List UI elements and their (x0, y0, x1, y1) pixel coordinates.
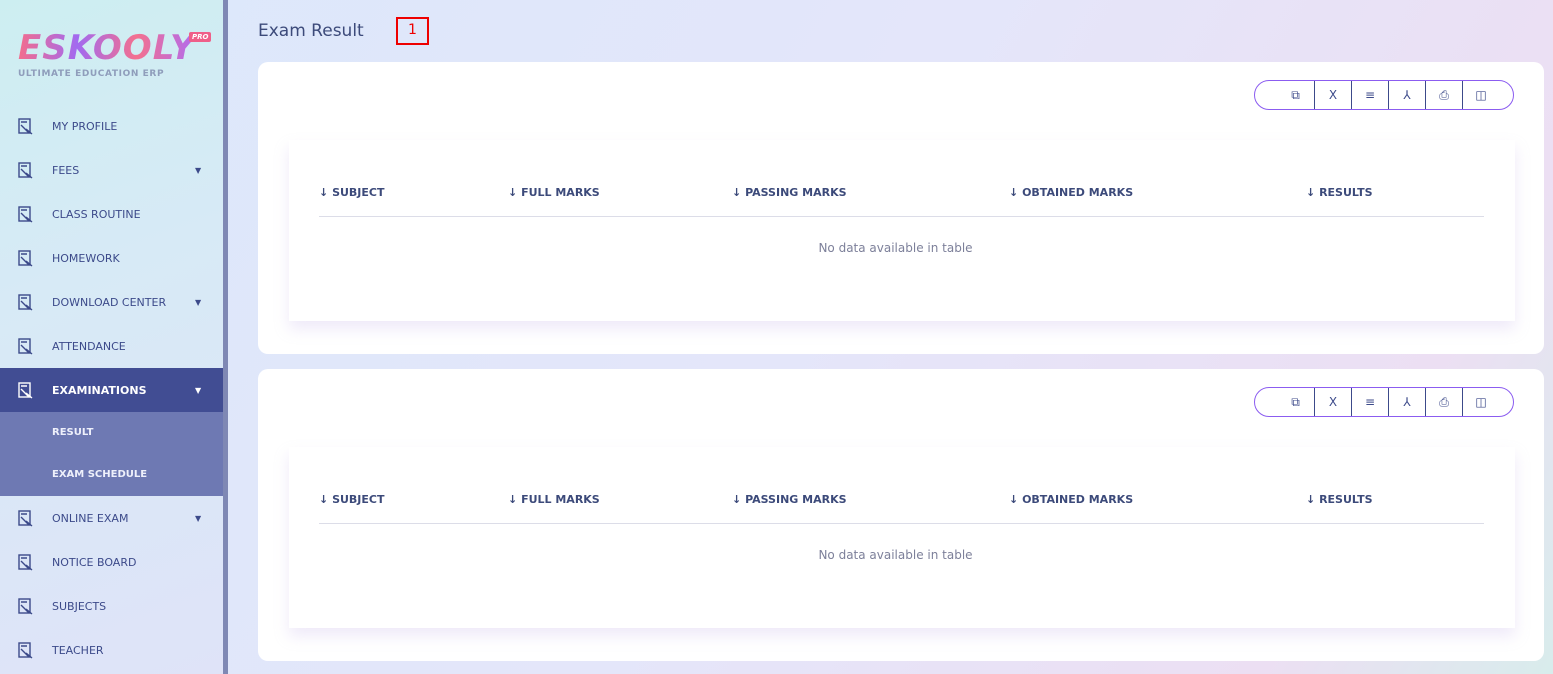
sidebar-item-label: DOWNLOAD CENTER (52, 296, 166, 309)
report-icon (17, 293, 35, 311)
annotation-badge: 1 (396, 17, 429, 45)
column-header-subject[interactable]: ↓ SUBJECT (319, 493, 384, 506)
sort-arrow-icon: ↓ (732, 186, 741, 199)
column-header-full-marks[interactable]: ↓ FULL MARKS (508, 493, 600, 506)
report-icon (17, 249, 35, 267)
csv-icon[interactable]: ≡ (1351, 388, 1388, 416)
sidebar-item-label: FEES (52, 164, 79, 177)
report-icon (17, 553, 35, 571)
column-header-full-marks[interactable]: ↓ FULL MARKS (508, 186, 600, 199)
logo: ESKOOLY (18, 28, 196, 68)
excel-icon[interactable]: X (1314, 81, 1351, 109)
sidebar-item-label: HOMEWORK (52, 252, 120, 265)
sidebar-item-label: NOTICE BOARD (52, 556, 136, 569)
sort-arrow-icon: ↓ (1306, 493, 1315, 506)
examinations-submenu: RESULT EXAM SCHEDULE (0, 412, 223, 496)
sidebar-item-label: CLASS ROUTINE (52, 208, 141, 221)
export-toolbar: ⧉X≡⅄⎙◫ (1254, 387, 1514, 417)
column-header-subject[interactable]: ↓ SUBJECT (319, 186, 384, 199)
report-icon (17, 161, 35, 179)
caret-down-icon: ▼ (195, 386, 201, 395)
report-icon (17, 381, 35, 399)
result-card: ⧉X≡⅄⎙◫ ↓ SUBJECT ↓ FULL MARKS ↓ PASSING MA… (258, 369, 1544, 661)
sidebar-item-label: MY PROFILE (52, 120, 117, 133)
results-table: ↓ SUBJECT ↓ FULL MARKS ↓ PASSING MARKS ↓ OB… (289, 140, 1515, 321)
excel-icon[interactable]: X (1314, 388, 1351, 416)
copy-icon[interactable]: ⧉ (1277, 81, 1314, 109)
sidebar-item-my-profile[interactable]: MY PROFILE (0, 104, 223, 148)
print-icon[interactable]: ⎙ (1425, 81, 1462, 109)
column-header-obtained-marks[interactable]: ↓ OBTAINED MARKS (1009, 493, 1133, 506)
report-icon (17, 117, 35, 135)
results-table: ↓ SUBJECT ↓ FULL MARKS ↓ PASSING MARKS ↓ OB… (289, 447, 1515, 628)
sidebar-item-attendance[interactable]: ATTENDANCE (0, 324, 223, 368)
page-title: Exam Result (258, 21, 364, 41)
column-header-passing-marks[interactable]: ↓ PASSING MARKS (732, 493, 847, 506)
empty-message: No data available in table (289, 241, 1502, 255)
sort-arrow-icon: ↓ (1009, 186, 1018, 199)
sidebar-item-subjects[interactable]: SUBJECTS (0, 584, 223, 628)
sidebar-item-notice-board[interactable]: NOTICE BOARD (0, 540, 223, 584)
sidebar-item-online-exam[interactable]: ONLINE EXAM ▼ (0, 496, 223, 540)
sidebar-item-teacher[interactable]: TEACHER (0, 628, 223, 672)
column-header-passing-marks[interactable]: ↓ PASSING MARKS (732, 186, 847, 199)
export-toolbar: ⧉X≡⅄⎙◫ (1254, 80, 1514, 110)
sidebar-item-label: ONLINE EXAM (52, 512, 128, 525)
sort-arrow-icon: ↓ (319, 493, 328, 506)
sort-arrow-icon: ↓ (508, 186, 517, 199)
print-icon[interactable]: ⎙ (1425, 388, 1462, 416)
result-card: ⧉X≡⅄⎙◫ ↓ SUBJECT ↓ FULL MARKS ↓ PASSING MA… (258, 62, 1544, 354)
columns-icon[interactable]: ◫ (1462, 81, 1499, 109)
columns-icon[interactable]: ◫ (1462, 388, 1499, 416)
submenu-item-exam-schedule[interactable]: EXAM SCHEDULE (52, 469, 147, 480)
report-icon (17, 509, 35, 527)
column-header-obtained-marks[interactable]: ↓ OBTAINED MARKS (1009, 186, 1133, 199)
sidebar-item-class-routine[interactable]: CLASS ROUTINE (0, 192, 223, 236)
header-divider (319, 216, 1484, 217)
header-divider (319, 523, 1484, 524)
sidebar-item-label: ATTENDANCE (52, 340, 126, 353)
sidebar: ESKOOLY PRO ULTIMATE EDUCATION ERP MY PR… (0, 0, 223, 674)
submenu-item-result[interactable]: RESULT (52, 427, 93, 438)
sidebar-item-download-center[interactable]: DOWNLOAD CENTER ▼ (0, 280, 223, 324)
sidebar-item-label: TEACHER (52, 644, 104, 657)
empty-message: No data available in table (289, 548, 1502, 562)
column-header-results[interactable]: ↓ RESULTS (1306, 493, 1373, 506)
csv-icon[interactable]: ≡ (1351, 81, 1388, 109)
caret-down-icon: ▼ (195, 514, 201, 523)
caret-down-icon: ▼ (195, 166, 201, 175)
sidebar-item-label: SUBJECTS (52, 600, 106, 613)
sidebar-item-fees[interactable]: FEES ▼ (0, 148, 223, 192)
sidebar-item-label: EXAMINATIONS (52, 384, 147, 397)
tagline: ULTIMATE EDUCATION ERP (18, 69, 164, 79)
sort-arrow-icon: ↓ (732, 493, 741, 506)
sidebar-scrollbar[interactable] (223, 0, 228, 674)
sidebar-item-homework[interactable]: HOMEWORK (0, 236, 223, 280)
pro-badge: PRO (189, 32, 211, 42)
sort-arrow-icon: ↓ (1306, 186, 1315, 199)
pdf-icon[interactable]: ⅄ (1388, 81, 1425, 109)
sort-arrow-icon: ↓ (508, 493, 517, 506)
report-icon (17, 205, 35, 223)
copy-icon[interactable]: ⧉ (1277, 388, 1314, 416)
sort-arrow-icon: ↓ (1009, 493, 1018, 506)
column-header-results[interactable]: ↓ RESULTS (1306, 186, 1373, 199)
sort-arrow-icon: ↓ (319, 186, 328, 199)
report-icon (17, 597, 35, 615)
report-icon (17, 337, 35, 355)
report-icon (17, 641, 35, 659)
caret-down-icon: ▼ (195, 298, 201, 307)
pdf-icon[interactable]: ⅄ (1388, 388, 1425, 416)
sidebar-item-examinations[interactable]: EXAMINATIONS ▼ (0, 368, 223, 412)
